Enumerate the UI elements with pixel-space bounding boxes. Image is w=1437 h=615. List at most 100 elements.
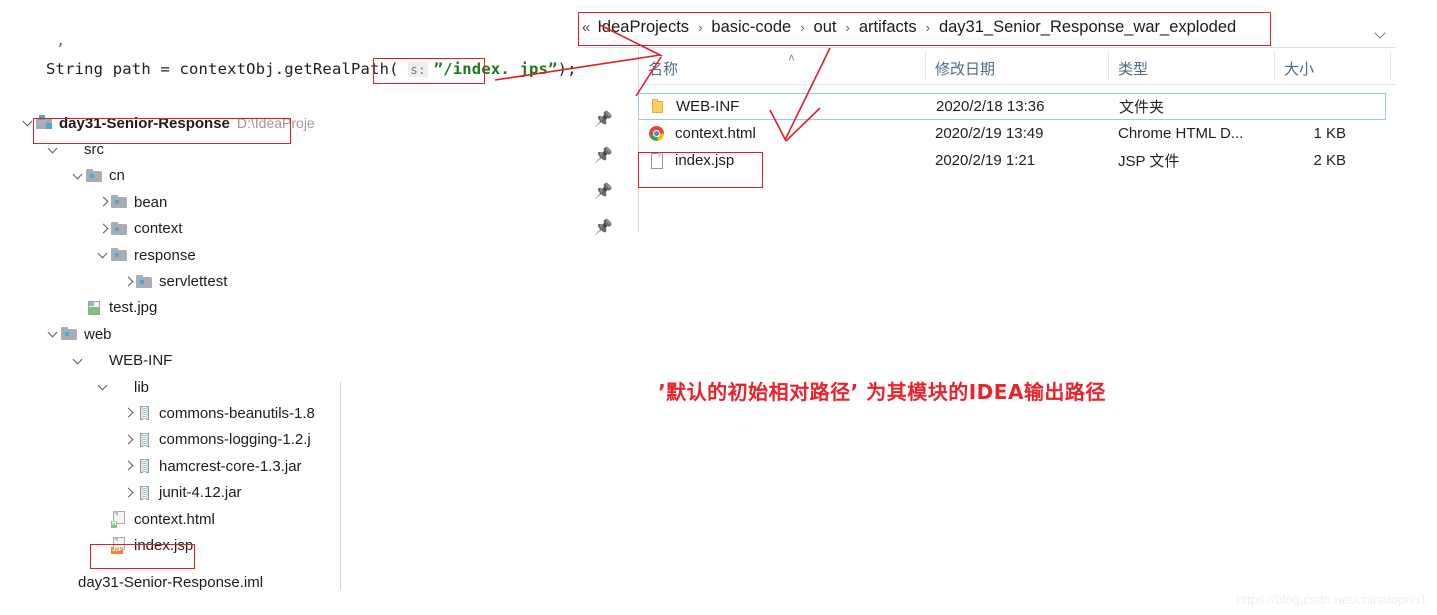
chevron-right-icon[interactable] bbox=[122, 406, 136, 420]
annotation-note: ’默认的初始相对路径’ 为其模块的IDEA输出路径 bbox=[658, 380, 1106, 404]
chevron-down-icon[interactable] bbox=[1376, 29, 1386, 39]
column-headers-underline bbox=[638, 84, 1396, 85]
jar-icon bbox=[136, 406, 153, 421]
tree-item-label: servlettest bbox=[159, 273, 228, 291]
folder-icon bbox=[111, 195, 128, 209]
tree-item-response[interactable]: response bbox=[0, 242, 345, 268]
chevron-down-icon[interactable] bbox=[72, 169, 86, 183]
stray-quote-mark: ’ bbox=[56, 42, 65, 58]
tree-item-label: cn bbox=[109, 167, 125, 185]
chevron-placeholder bbox=[97, 512, 111, 526]
folder-icon bbox=[136, 274, 153, 289]
tree-item-label: commons-logging-1.2.j bbox=[159, 431, 311, 449]
tree-item-label: bean bbox=[134, 193, 168, 211]
chrome-icon bbox=[648, 125, 666, 142]
tree-item-context-html[interactable]: Hcontext.html bbox=[0, 506, 345, 532]
pin-icon[interactable]: 📌 bbox=[594, 112, 613, 128]
column-divider[interactable] bbox=[925, 52, 926, 80]
column-header-1[interactable]: 修改日期 bbox=[935, 58, 995, 79]
tree-panel-divider bbox=[340, 382, 341, 610]
highlight-box-code-string bbox=[373, 58, 485, 84]
table-row[interactable]: WEB-INF 2020/2/18 13:36 文件夹 bbox=[638, 93, 1386, 120]
highlight-box-index-jsp-tree bbox=[90, 544, 195, 569]
file-type-tag: H bbox=[111, 521, 118, 529]
plain-icon bbox=[111, 380, 128, 394]
tree-item-label: lib bbox=[134, 378, 150, 396]
tree-item-commons-beanutils-1-8[interactable]: commons-beanutils-1.8 bbox=[0, 400, 345, 426]
highlight-box-project-root bbox=[33, 118, 291, 144]
tree-item-context[interactable]: context bbox=[0, 216, 345, 242]
html-icon: H bbox=[111, 511, 128, 529]
tree-bottom-mask bbox=[0, 590, 345, 615]
tree-item-web-inf[interactable]: WEB-INF bbox=[0, 348, 345, 374]
tree-item-bean[interactable]: bean bbox=[0, 189, 345, 215]
code-line-suffix: ); bbox=[557, 60, 577, 78]
tree-item-commons-logging-1-2-j[interactable]: commons-logging-1.2.j bbox=[0, 427, 345, 453]
pin-icon[interactable]: 📌 bbox=[594, 184, 613, 200]
tree-item-junit-4-12-jar[interactable]: junit-4.12.jar bbox=[0, 479, 345, 505]
column-divider[interactable] bbox=[1108, 52, 1109, 80]
column-header-3[interactable]: 大小 bbox=[1284, 58, 1314, 79]
chevron-right-icon[interactable] bbox=[122, 486, 136, 500]
chevron-down-icon[interactable] bbox=[97, 248, 111, 262]
folder-icon bbox=[61, 327, 78, 341]
chevron-placeholder bbox=[72, 301, 86, 315]
chevron-right-icon[interactable] bbox=[122, 433, 136, 447]
tree-item-label: commons-beanutils-1.8 bbox=[159, 404, 315, 422]
tree-item-label: context bbox=[134, 220, 183, 238]
file-name-cell: context.html bbox=[648, 125, 756, 142]
table-row[interactable]: context.html 2020/2/19 13:49 Chrome HTML D… bbox=[638, 120, 1386, 147]
column-headers[interactable]: 名称 修改日期 类型 大小 ˄ bbox=[638, 48, 1396, 84]
chevron-down-icon[interactable] bbox=[47, 327, 61, 341]
column-header-0[interactable]: 名称 bbox=[648, 58, 678, 79]
tree-item-cn[interactable]: cn bbox=[0, 163, 345, 189]
file-date-cell: 2020/2/18 13:36 bbox=[936, 98, 1045, 115]
chevron-down-icon[interactable] bbox=[47, 143, 61, 157]
file-name-label: context.html bbox=[675, 125, 756, 142]
tree-item-servlettest[interactable]: servlettest bbox=[0, 268, 345, 294]
chevron-right-icon[interactable] bbox=[122, 459, 136, 473]
file-name-label: WEB-INF bbox=[676, 98, 740, 115]
file-date-cell: 2020/2/19 13:49 bbox=[935, 125, 1044, 142]
pin-icon[interactable]: 📌 bbox=[594, 220, 613, 236]
chevron-right-icon[interactable] bbox=[122, 275, 136, 289]
watermark: https://blog.csdn.net/chinatopno1 bbox=[1236, 592, 1427, 607]
column-divider[interactable] bbox=[1390, 52, 1391, 80]
folder-icon bbox=[86, 168, 103, 183]
column-divider[interactable] bbox=[1274, 52, 1275, 80]
tree-item-test-jpg[interactable]: test.jpg bbox=[0, 295, 345, 321]
chevron-right-icon[interactable] bbox=[97, 195, 111, 209]
img-icon bbox=[86, 300, 103, 315]
tree-item-hamcrest-core-1-3-jar[interactable]: hamcrest-core-1.3.jar bbox=[0, 453, 345, 479]
tree-item-label: context.html bbox=[134, 510, 215, 528]
file-list[interactable]: 名称 修改日期 类型 大小 ˄ WEB-INF 2020/2/18 13:36 文件夹 con… bbox=[638, 48, 1396, 232]
column-header-2[interactable]: 类型 bbox=[1118, 58, 1148, 79]
tree-item-label: WEB-INF bbox=[109, 352, 173, 370]
tree-item-label: response bbox=[134, 246, 196, 264]
src-icon bbox=[61, 143, 78, 157]
tree-item-lib[interactable]: lib bbox=[0, 374, 345, 400]
code-line[interactable]: String path = contextObj.getRealPath( s:… bbox=[46, 60, 577, 78]
tree-item-label: test.jpg bbox=[109, 299, 158, 317]
jar-icon bbox=[136, 485, 153, 500]
file-date-cell: 2020/2/19 1:21 bbox=[935, 152, 1036, 169]
file-type-cell: JSP 文件 bbox=[1118, 153, 1180, 170]
jar-icon bbox=[136, 459, 153, 474]
tree-item-web[interactable]: web bbox=[0, 321, 345, 347]
plain-icon bbox=[86, 354, 103, 368]
folder-icon bbox=[111, 248, 128, 262]
file-size-cell: 1 KB bbox=[1313, 125, 1346, 142]
project-tree[interactable]: day31-Senior-Response D:\IdeaProje src cn be… bbox=[0, 110, 345, 610]
file-size-cell: 2 KB bbox=[1313, 152, 1346, 169]
sort-ascending-icon: ˄ bbox=[788, 51, 796, 65]
folder-icon bbox=[111, 221, 128, 236]
quick-access-rail: 📌 📌 📌 📌 bbox=[576, 50, 639, 236]
folder-y-icon bbox=[649, 98, 667, 115]
chevron-down-icon[interactable] bbox=[97, 380, 111, 394]
chevron-right-icon[interactable] bbox=[97, 222, 111, 236]
chevron-down-icon[interactable] bbox=[72, 354, 86, 368]
file-name-cell: WEB-INF bbox=[649, 98, 739, 115]
jar-icon bbox=[136, 432, 153, 447]
highlight-box-index-jsp-explorer bbox=[638, 152, 763, 188]
pin-icon[interactable]: 📌 bbox=[594, 148, 613, 164]
